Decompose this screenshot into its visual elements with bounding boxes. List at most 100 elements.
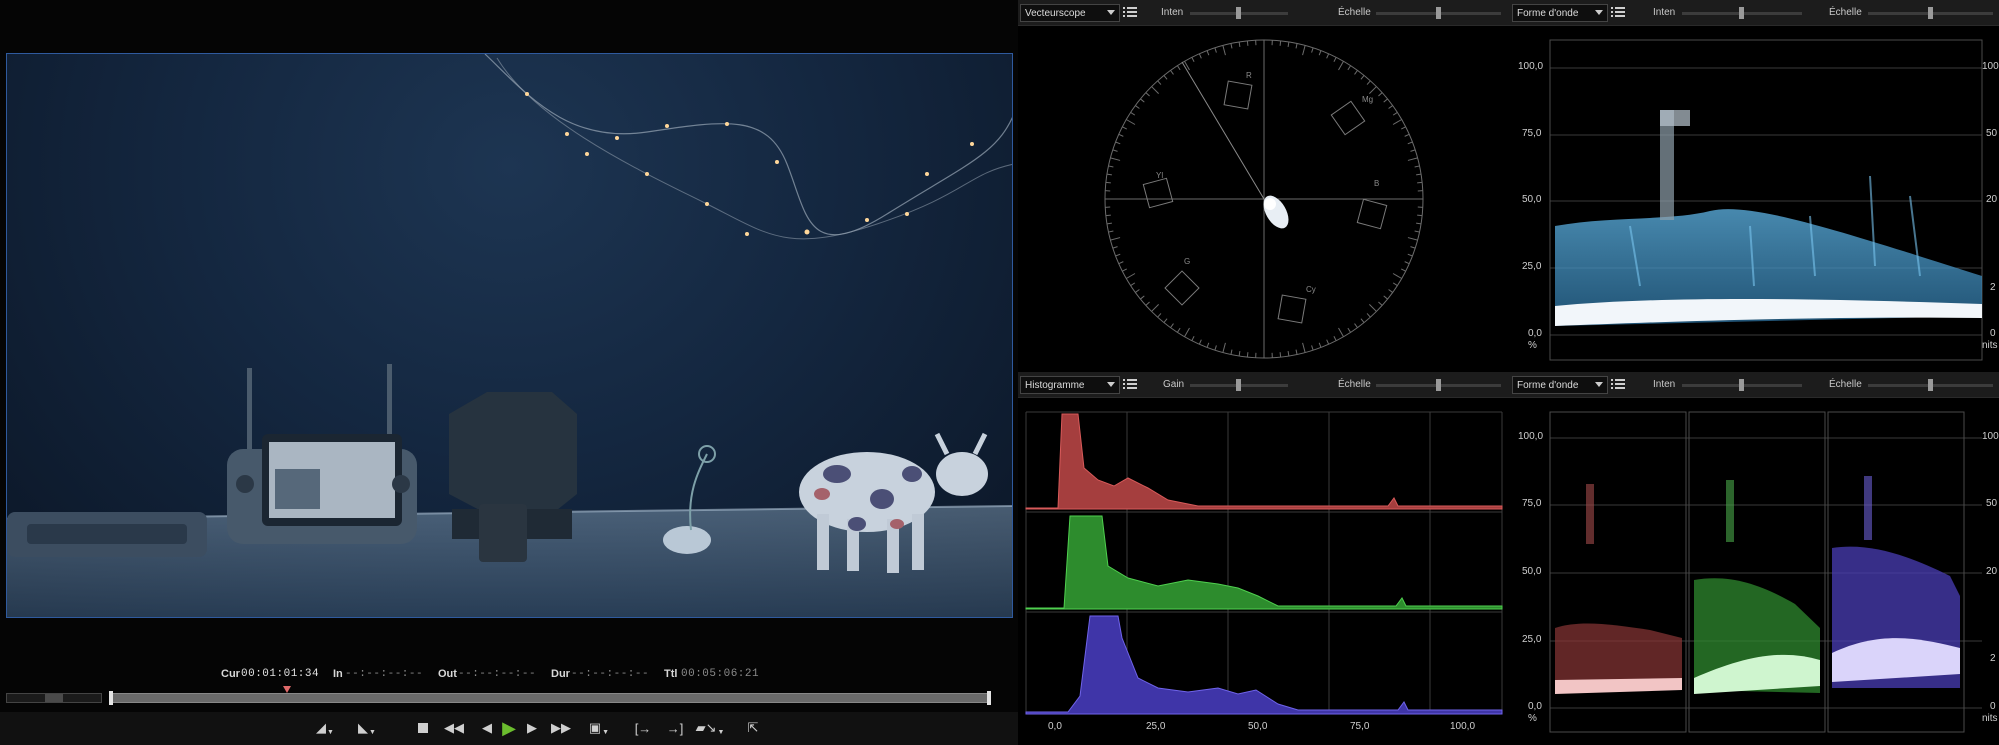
wf-top-left-tick-2: 50,0: [1522, 194, 1542, 205]
histogram-scale-label: Échelle: [1338, 379, 1371, 390]
timeline-start-handle[interactable]: [109, 691, 113, 705]
slider-thumb[interactable]: [1739, 7, 1744, 19]
waveform-rgb-select-value: Forme d'onde: [1517, 380, 1579, 391]
timeline-slider[interactable]: [109, 691, 991, 705]
vectorscope-inten-label: Inten: [1161, 7, 1184, 18]
waveform-rgb-scale-label: Échelle: [1829, 379, 1862, 390]
hist-x-tick-1: 25,0: [1146, 721, 1166, 732]
chevron-down-icon: [1107, 10, 1115, 15]
transport-controls: ◢ ▼ ◣ ▼ ◀◀ ◀ ▶ ▶ ▶▶ ▣ ▼ [→ →] ▰↘ ▼ ⇱: [0, 712, 1018, 745]
histogram-scale-slider[interactable]: [1376, 379, 1501, 391]
insert-button[interactable]: ▰↘ ▼: [696, 717, 725, 739]
waveform-top-inten-slider[interactable]: [1682, 7, 1802, 19]
slider-thumb[interactable]: [1436, 7, 1441, 19]
list-settings-icon[interactable]: [1122, 377, 1140, 393]
wf-rgb-left-unit: %: [1528, 713, 1537, 724]
wf-top-right-unit: nits: [1982, 340, 1998, 351]
mark-out-icon: ◣: [358, 720, 369, 735]
export-button[interactable]: ⇱: [740, 717, 766, 739]
wf-rgb-right-tick-3: 2: [1990, 653, 1996, 664]
vectorscope-target-label: Mg: [1362, 95, 1373, 104]
wf-rgb-left-tick-3: 25,0: [1522, 634, 1542, 645]
zoom-thumb[interactable]: [45, 694, 63, 702]
timeline-end-handle[interactable]: [987, 691, 991, 705]
wf-top-left-tick-1: 75,0: [1522, 128, 1542, 139]
waveform-top-graph: [1549, 39, 1983, 361]
play-icon: ▶: [502, 717, 516, 738]
slider-thumb[interactable]: [1739, 379, 1744, 391]
waveform-top-scale-slider[interactable]: [1868, 7, 1993, 19]
vectorscope-scale-slider[interactable]: [1376, 7, 1501, 19]
vectorscope-toolbar: Vecteurscope Inten Échelle: [1018, 0, 1510, 26]
histogram-gain-label: Gain: [1163, 379, 1185, 390]
wf-rgb-left-tick-1: 75,0: [1522, 498, 1542, 509]
match-in-button[interactable]: [→: [630, 717, 656, 739]
player-panel: Cur 00:01:01:34 In --:--:--:-- Out --:--…: [0, 0, 1018, 745]
waveform-rgb-scale-slider[interactable]: [1868, 379, 1993, 391]
list-settings-icon[interactable]: [1610, 5, 1628, 21]
waveform-rgb-graph: [1549, 411, 1982, 733]
hist-x-tick-4: 100,0: [1450, 721, 1476, 732]
list-settings-icon[interactable]: [1610, 377, 1628, 393]
chevron-down-icon: [1595, 10, 1603, 15]
wf-rgb-right-tick-2: 20: [1986, 566, 1998, 577]
waveform-rgb-select[interactable]: Forme d'onde: [1512, 376, 1608, 394]
mark-in-icon: ◢: [316, 720, 327, 735]
wf-rgb-right-tick-1: 50: [1986, 498, 1998, 509]
in-label: In: [333, 668, 343, 680]
vectorscope-target-label: Yl: [1156, 171, 1163, 180]
mark-out-button[interactable]: ◣ ▼: [354, 717, 380, 739]
timecode-bar: Cur 00:01:01:34 In --:--:--:-- Out --:--…: [0, 666, 1018, 684]
vectorscope-scale-label: Échelle: [1338, 7, 1371, 18]
list-settings-icon[interactable]: [1122, 5, 1140, 21]
waveform-top-scale-label: Échelle: [1829, 7, 1862, 18]
histogram-select[interactable]: Histogramme: [1020, 376, 1120, 394]
waveform-rgb-display: 100,0 75,0 50,0 25,0 0,0 % 100 50 20 2 0…: [1510, 398, 1999, 745]
chevron-down-icon: [1107, 382, 1115, 387]
scrub-bar: [0, 686, 1018, 708]
waveform-rgb-toolbar: Forme d'onde Inten Échelle: [1510, 372, 1999, 398]
cur-label: Cur: [221, 668, 240, 680]
video-frame-image: [7, 54, 1012, 617]
waveform-top-toolbar: Forme d'onde Inten Échelle: [1510, 0, 1999, 26]
loop-icon: ▣: [588, 720, 602, 735]
mark-in-button[interactable]: ◢ ▼: [312, 717, 338, 739]
loop-button[interactable]: ▣ ▼: [586, 717, 612, 739]
match-out-icon: →]: [666, 720, 684, 736]
wf-rgb-left-tick-2: 50,0: [1522, 566, 1542, 577]
wf-rgb-right-tick-0: 100: [1982, 431, 1999, 442]
slider-thumb[interactable]: [1928, 7, 1933, 19]
chevron-down-icon: [1595, 382, 1603, 387]
match-out-button[interactable]: →]: [662, 717, 688, 739]
zoom-track[interactable]: [6, 693, 102, 703]
step-forward-button[interactable]: ▶: [519, 717, 545, 739]
slider-thumb[interactable]: [1236, 379, 1241, 391]
ttl-label: Ttl: [664, 668, 678, 680]
wf-top-left-tick-0: 100,0: [1518, 61, 1544, 72]
dur-timecode: --:--:--:--: [571, 668, 650, 680]
playhead-marker[interactable]: [283, 686, 291, 693]
in-timecode[interactable]: --:--:--:--: [345, 668, 423, 680]
histogram-gain-slider[interactable]: [1190, 379, 1288, 391]
vectorscope-select[interactable]: Vecteurscope: [1020, 4, 1120, 22]
vectorscope-display: R Mg B Cy G Yl: [1018, 26, 1510, 372]
vectorscope-inten-slider[interactable]: [1190, 7, 1288, 19]
slider-thumb[interactable]: [1236, 7, 1241, 19]
video-preview[interactable]: [6, 53, 1013, 618]
out-timecode[interactable]: --:--:--:--: [458, 668, 536, 680]
vectorscope-target-label: G: [1184, 257, 1190, 266]
fast-forward-button[interactable]: ▶▶: [548, 717, 574, 739]
stop-button[interactable]: [410, 717, 436, 739]
waveform-rgb-inten-label: Inten: [1653, 379, 1676, 390]
fast-forward-icon: ▶▶: [551, 720, 571, 735]
rewind-button[interactable]: ◀◀: [441, 717, 467, 739]
waveform-rgb-inten-slider[interactable]: [1682, 379, 1802, 391]
wf-top-right-tick-1: 50: [1986, 128, 1998, 139]
slider-thumb[interactable]: [1928, 379, 1933, 391]
waveform-top-select[interactable]: Forme d'onde: [1512, 4, 1608, 22]
hist-x-tick-0: 0,0: [1048, 721, 1062, 732]
dur-label: Dur: [551, 668, 570, 680]
waveform-top-select-value: Forme d'onde: [1517, 8, 1579, 19]
slider-thumb[interactable]: [1436, 379, 1441, 391]
histogram-display: 0,0 25,0 50,0 75,0 100,0: [1018, 398, 1510, 745]
